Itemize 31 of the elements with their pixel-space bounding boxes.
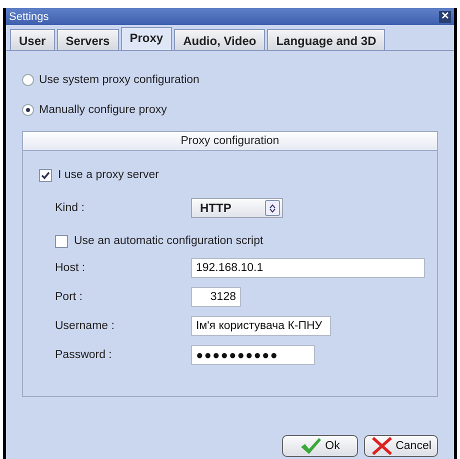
field-label: Kind : <box>55 202 86 214</box>
checkbox-label: I use a proxy server <box>58 169 159 181</box>
kind-dropdown[interactable]: HTTP <box>191 198 283 218</box>
tab[interactable]: Audio, Video <box>174 29 266 50</box>
radio-label: Use system proxy configuration <box>39 74 200 86</box>
checkmark-icon <box>300 437 322 455</box>
cancel-button[interactable]: Cancel <box>364 435 438 457</box>
ok-button[interactable]: Ok <box>282 435 358 457</box>
radio-button[interactable] <box>22 74 34 86</box>
close-button[interactable]: ✕ <box>439 10 451 22</box>
panel-title: Proxy configuration <box>23 132 437 151</box>
field-label: Password : <box>55 348 113 360</box>
password-field[interactable]: ●●●●●●●●●● <box>191 344 315 364</box>
radio-label: Manually configure proxy <box>39 104 167 116</box>
input-field[interactable]: 192.168.10.1 <box>191 258 425 278</box>
checkbox[interactable] <box>39 168 52 182</box>
tab[interactable]: User <box>10 29 55 50</box>
field-label: Username : <box>55 320 116 332</box>
window-title: Settings <box>9 10 49 22</box>
tab[interactable]: Language and 3D <box>267 29 386 50</box>
radio-button[interactable] <box>22 104 34 116</box>
spinner-icon <box>265 200 280 216</box>
checkbox[interactable] <box>55 234 68 248</box>
tab[interactable]: Servers <box>56 29 119 50</box>
cross-icon <box>370 437 393 455</box>
field-label: Port : <box>55 290 84 302</box>
input-field[interactable]: Ім'я користувача К-ПНУ <box>191 316 331 336</box>
tab[interactable]: Proxy <box>120 27 172 50</box>
input-field[interactable]: 3128 <box>191 286 241 306</box>
checkbox-label: Use an automatic configuration script <box>74 235 264 247</box>
field-label: Host : <box>55 262 86 274</box>
